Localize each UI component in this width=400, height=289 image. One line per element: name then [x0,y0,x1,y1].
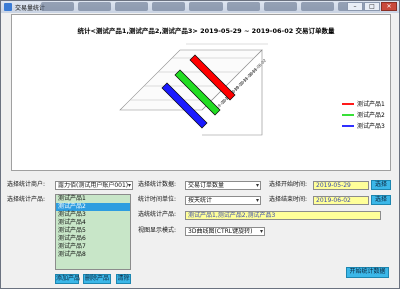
product-list-item[interactable]: 测试产品2 [56,203,130,211]
start-time-field[interactable]: 2019-05-29 [313,181,369,190]
data-label: 选择统计数据: [138,181,177,188]
chosen-products-field[interactable]: 测试产品1,测试产品2,测试产品3 [185,211,381,220]
merchant-label: 选择统计商户: [7,181,46,188]
minimize-button[interactable]: – [347,2,363,11]
app-window: 交易量统计 – □ ✕ 统计<测试产品1,测试产品2,测试产品3> 2019-0… [0,0,400,289]
product-label: 选择统计产品: [7,196,46,203]
product-list-item[interactable]: 测试产品3 [56,211,130,219]
legend-label: 测试产品1 [357,100,385,108]
chart-title: 统计<测试产品1,测试产品2,测试产品3> 2019-05-29 ~ 2019-… [77,26,335,35]
title-bar[interactable]: 交易量统计 – □ ✕ [1,1,399,13]
view-mode-select[interactable]: 3D曲线图(CTRL键旋转) [185,227,265,236]
product-list-item[interactable]: 测试产品1 [56,195,130,203]
delete-product-button[interactable]: 删除产品 [83,274,111,284]
app-icon [4,3,12,11]
legend-label: 测试产品2 [357,111,385,119]
add-product-button[interactable]: 添加产品 [55,274,80,284]
product-list-item[interactable]: 测试产品8 [56,251,130,259]
product-list-item[interactable]: 测试产品6 [56,235,130,243]
product-list-item[interactable]: 测试产品5 [56,227,130,235]
product-listbox[interactable]: 测试产品1 测试产品2 测试产品3 测试产品4 测试产品5 测试产品6 测试产品7 测试产品8 [55,194,131,270]
unit-select[interactable]: 按天统计 [185,196,261,205]
data-select[interactable]: 交易订单数量 [185,181,261,190]
view-mode-label: 视图显示模式: [138,227,177,234]
legend-label: 测试产品3 [357,122,385,130]
clear-products-button[interactable]: 清除 [116,274,131,284]
end-time-field[interactable]: 2019-06-02 [313,196,369,205]
close-button[interactable]: ✕ [381,2,397,11]
choose-start-button[interactable]: 选择 [371,180,391,190]
end-time-label: 选择结束时间: [269,196,308,203]
merchant-select[interactable]: 露力佰(测试用户账户001) [55,181,133,190]
product-list-item[interactable]: 测试产品7 [56,243,130,251]
choose-end-button[interactable]: 选择 [371,195,391,205]
chosen-products-label: 选统统计产品: [138,211,177,218]
chart-svg: 统计<测试产品1,测试产品2,测试产品3> 2019-05-29 ~ 2019-… [77,26,385,136]
chart-panel[interactable]: 统计<测试产品1,测试产品2,测试产品3> 2019-05-29 ~ 2019-… [11,14,391,171]
unit-label: 统计时间单位: [138,196,177,203]
maximize-button[interactable]: □ [364,2,380,11]
background-toolbar-strip [41,1,371,13]
product-list-item[interactable]: 测试产品4 [56,219,130,227]
start-statistics-button[interactable]: 开始统计数据 [346,267,389,278]
start-time-label: 选择开始时间: [269,181,308,188]
